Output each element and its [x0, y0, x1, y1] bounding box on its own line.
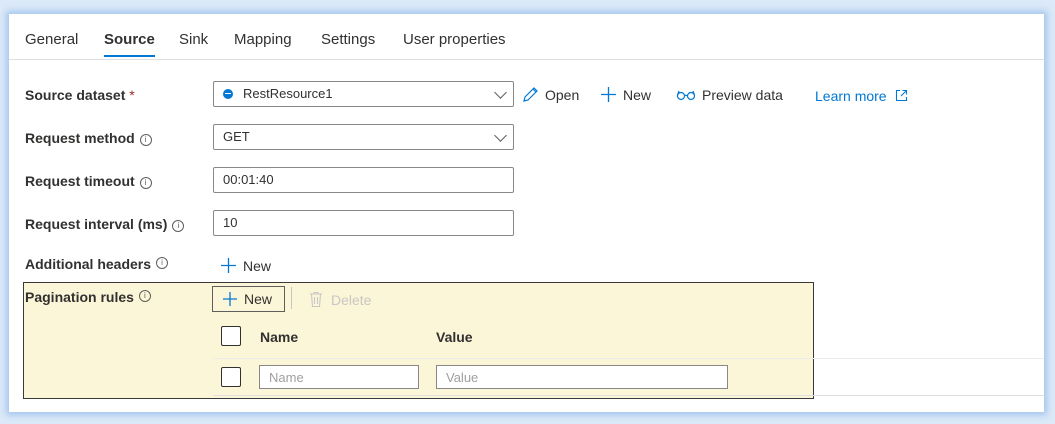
request-interval-label-text: Request interval (ms): [25, 216, 168, 232]
column-header-name: Name: [260, 329, 299, 345]
external-link-icon: [896, 89, 908, 102]
tab-source[interactable]: Source: [104, 31, 155, 57]
request-method-value: GET: [223, 129, 250, 144]
pencil-icon: [523, 87, 538, 102]
request-interval-input[interactable]: 10: [213, 210, 514, 236]
rest-dataset-icon: [223, 89, 233, 99]
add-header-button[interactable]: New: [220, 257, 271, 274]
tab-bar: General Source Sink Mapping Settings Use…: [9, 14, 1044, 60]
plus-icon: [221, 258, 236, 273]
delete-pagination-rule-button[interactable]: Delete: [309, 291, 371, 308]
pagination-rules-label-text: Pagination rules: [25, 289, 134, 305]
pagination-rules-label: Pagination rules i: [25, 289, 151, 305]
pagination-name-input[interactable]: Name: [259, 365, 419, 389]
additional-headers-label: Additional headers i: [25, 256, 169, 272]
toolbar-divider: [291, 287, 292, 309]
copy-activity-panel: General Source Sink Mapping Settings Use…: [9, 14, 1044, 412]
table-bottom-divider: [213, 395, 1044, 396]
request-interval-label: Request interval (ms) i: [25, 216, 185, 232]
info-icon[interactable]: i: [139, 134, 152, 146]
preview-data-label: Preview data: [702, 87, 783, 103]
add-pagination-rule-button[interactable]: New: [212, 286, 285, 312]
preview-data-button[interactable]: Preview data: [676, 86, 783, 103]
info-icon[interactable]: i: [139, 177, 152, 189]
tab-settings[interactable]: Settings: [321, 31, 375, 57]
row-checkbox[interactable]: [221, 367, 241, 387]
required-mark: *: [129, 87, 135, 103]
plus-icon: [223, 292, 237, 306]
glasses-icon: [676, 90, 696, 101]
table-header-divider: [213, 358, 1044, 359]
source-dataset-select[interactable]: RestResource1: [213, 81, 514, 107]
delete-label: Delete: [331, 292, 372, 308]
chevron-down-icon: [494, 86, 507, 99]
new-dataset-button[interactable]: New: [600, 86, 651, 103]
tab-mapping[interactable]: Mapping: [234, 31, 292, 57]
pagination-value-input[interactable]: Value: [436, 365, 728, 389]
request-method-label-text: Request method: [25, 130, 135, 146]
open-dataset-button[interactable]: Open: [522, 86, 579, 103]
new-label: New: [623, 87, 652, 103]
additional-headers-label-text: Additional headers: [25, 256, 152, 272]
request-timeout-label-text: Request timeout: [25, 173, 135, 189]
request-method-label: Request method i: [25, 130, 152, 146]
learn-more-label: Learn more: [815, 88, 887, 104]
request-timeout-label: Request timeout i: [25, 173, 152, 189]
source-dataset-value: RestResource1: [243, 86, 333, 101]
select-all-checkbox[interactable]: [221, 326, 241, 346]
request-method-select[interactable]: GET: [213, 124, 514, 150]
request-timeout-value: 00:01:40: [223, 172, 274, 187]
tab-general[interactable]: General: [25, 31, 78, 57]
trash-icon: [310, 291, 322, 308]
source-dataset-label-text: Source dataset: [25, 87, 126, 103]
open-label: Open: [545, 87, 580, 103]
info-icon[interactable]: i: [156, 257, 169, 269]
add-header-label: New: [243, 258, 272, 274]
request-timeout-input[interactable]: 00:01:40: [213, 167, 514, 193]
request-interval-value: 10: [223, 215, 238, 230]
plus-icon: [601, 87, 616, 102]
chevron-down-icon: [494, 129, 507, 142]
tab-sink[interactable]: Sink: [179, 31, 208, 57]
learn-more-link[interactable]: Learn more: [815, 88, 908, 104]
add-pagination-rule-label: New: [244, 291, 273, 307]
info-icon[interactable]: i: [138, 290, 151, 302]
tab-user-properties[interactable]: User properties: [403, 31, 506, 57]
info-icon[interactable]: i: [172, 220, 185, 232]
source-dataset-label: Source dataset *: [25, 87, 135, 103]
column-header-value: Value: [436, 329, 473, 345]
